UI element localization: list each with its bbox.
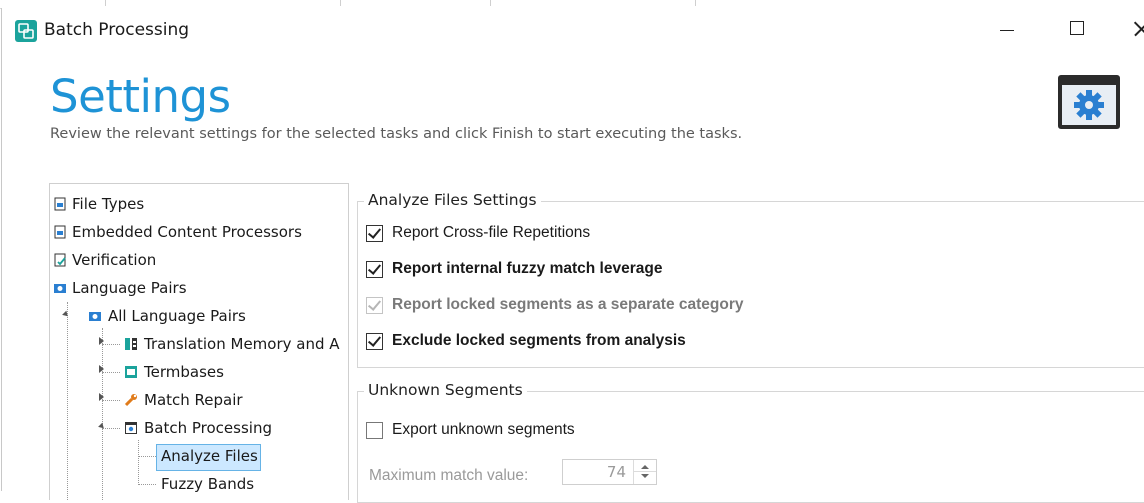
expand-arrow-icon[interactable]: [99, 365, 104, 373]
maximum-match-value-label-text: Maximum match value:: [369, 467, 529, 484]
wrench-icon: [124, 394, 137, 407]
tree-line: [67, 302, 68, 500]
maximum-match-value-spinner[interactable]: 74: [562, 459, 657, 485]
tree-item-label: Verification: [72, 251, 157, 269]
export-unknown-segments-checkbox[interactable]: [366, 422, 383, 439]
tree-line: [138, 456, 156, 457]
tree-item-label: Fuzzy Bands: [161, 475, 255, 493]
tree-item-label: File Types: [72, 195, 145, 213]
report-internal-fuzzy-checkbox[interactable]: [366, 261, 383, 278]
checkmark-icon: [367, 333, 382, 347]
translation-memory-icon: [125, 338, 137, 350]
language-pairs-icon: [54, 284, 66, 293]
settings-tree[interactable]: File Types Embedded Content Processors V…: [49, 183, 349, 500]
termbases-icon: [125, 366, 137, 378]
close-button[interactable]: [1112, 8, 1144, 50]
bg-divider: [695, 0, 696, 6]
report-cross-file-repetitions-checkbox[interactable]: [366, 225, 383, 242]
spinner-up-icon[interactable]: [641, 465, 649, 469]
bg-divider: [340, 0, 341, 6]
minimize-icon: [1000, 30, 1014, 31]
report-locked-segments-label: Report locked segments as a separate cat…: [392, 296, 744, 313]
exclude-locked-segments-checkbox[interactable]: [366, 333, 383, 350]
tree-line: [102, 372, 120, 373]
tree-item-label: Language Pairs: [72, 279, 187, 297]
tree-line: [102, 400, 120, 401]
report-locked-segments-checkbox: [366, 297, 383, 314]
title-bar[interactable]: Batch Processing: [2, 8, 1144, 50]
tree-line: [138, 484, 156, 485]
unknown-segments-title: Unknown Segments: [364, 381, 527, 399]
batch-processing-icon: [15, 20, 37, 42]
page-subtitle: Review the relevant settings for the sel…: [50, 126, 743, 142]
tree-line: [102, 344, 120, 345]
spinner-arrows[interactable]: [633, 460, 656, 484]
report-cross-file-repetitions-label[interactable]: Report Cross-file Repetitions: [392, 224, 590, 242]
checkmark-icon: [367, 261, 382, 275]
minimize-button[interactable]: [992, 8, 1042, 50]
tree-item-label: Translation Memory and A: [144, 335, 340, 353]
window-title: Batch Processing: [44, 20, 190, 40]
expand-arrow-icon[interactable]: [99, 393, 104, 401]
spinner-down-icon[interactable]: [641, 474, 649, 478]
checkmark-icon: [367, 297, 382, 311]
collapse-arrow-icon[interactable]: [62, 310, 70, 319]
expand-arrow-icon[interactable]: [99, 337, 104, 345]
spinner-divider: [634, 471, 656, 472]
tree-item-label: Termbases: [144, 363, 224, 381]
batch-processing-window: Batch Processing Settings Review the rel…: [1, 8, 1144, 503]
collapse-arrow-icon[interactable]: [98, 422, 106, 431]
file-types-icon: [54, 197, 66, 211]
tree-item-label: Embedded Content Processors: [72, 223, 302, 241]
maximize-button[interactable]: [1052, 8, 1102, 50]
tree-line: [102, 428, 120, 429]
tree-item-label: All Language Pairs: [108, 307, 246, 325]
settings-window-icon: [125, 422, 137, 434]
tree-item-label: Analyze Files: [161, 447, 258, 465]
checkmark-icon: [367, 225, 382, 239]
verification-icon: [54, 253, 66, 267]
tree-line: [102, 328, 103, 500]
settings-gear-window-icon: [1058, 75, 1120, 129]
maximize-icon: [1070, 21, 1084, 35]
bg-divider: [490, 0, 491, 6]
tree-line: [138, 440, 139, 485]
bg-divider: [105, 0, 106, 6]
language-pairs-icon: [89, 312, 101, 321]
tree-item-label: Batch Processing: [144, 419, 272, 437]
page-title: Settings: [50, 70, 231, 123]
tree-item-label: Match Repair: [144, 391, 243, 409]
unknown-segments-group: [357, 391, 1144, 503]
exclude-locked-segments-label[interactable]: Exclude locked segments from analysis: [392, 332, 686, 350]
report-internal-fuzzy-label[interactable]: Report internal fuzzy match leverage: [392, 260, 662, 278]
embedded-content-icon: [54, 225, 66, 239]
export-unknown-segments-label[interactable]: Export unknown segments: [392, 421, 575, 439]
analyze-files-settings-title: Analyze Files Settings: [364, 191, 541, 209]
maximum-match-value[interactable]: 74: [607, 463, 626, 481]
